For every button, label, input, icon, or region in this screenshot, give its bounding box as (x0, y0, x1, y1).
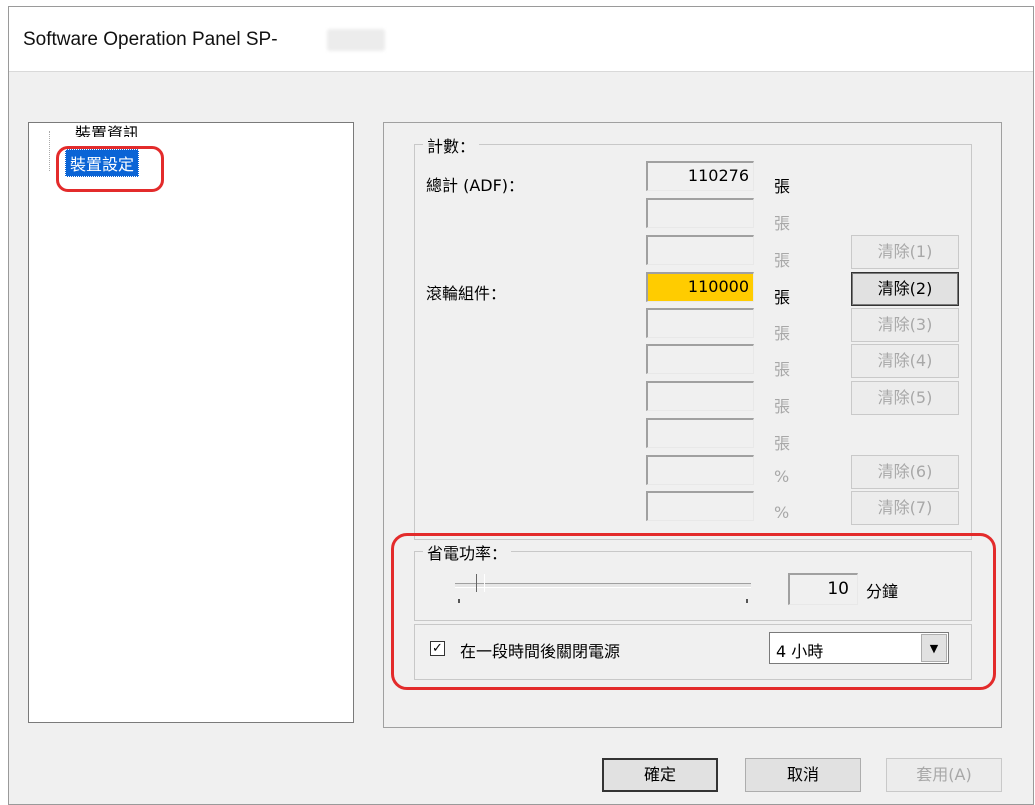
counter-value-field (646, 308, 754, 338)
clear-counter-button[interactable]: 清除(6) (851, 455, 959, 489)
counter-unit: 張 (774, 434, 791, 453)
clear-counter-button[interactable]: 清除(1) (851, 235, 959, 269)
clear-counter-button[interactable]: 清除(5) (851, 381, 959, 415)
clear-counter-button[interactable]: 清除(2) (851, 272, 959, 306)
total-adf-label: 總計 (ADF)： (426, 176, 525, 195)
clear-counter-button[interactable]: 清除(3) (851, 308, 959, 342)
counter-value-field: 110276 (646, 161, 754, 191)
counter-unit: % (774, 503, 790, 522)
counter-value-field (646, 381, 754, 411)
counter-unit: 張 (774, 397, 791, 416)
counter-value-field (646, 418, 754, 448)
settings-tree[interactable]: 裝置資訊 裝置設定 (28, 122, 354, 723)
counter-unit: 張 (774, 324, 791, 343)
counter-value-field: 110000 (646, 272, 754, 302)
annotation-highlight-tree (56, 146, 164, 192)
counters-legend: 計數： (423, 133, 480, 157)
counter-unit: 張 (774, 177, 791, 196)
ok-button[interactable]: 確定 (602, 758, 718, 792)
cancel-button[interactable]: 取消 (745, 758, 861, 792)
counter-unit: 張 (774, 214, 791, 233)
counter-value-field (646, 455, 754, 485)
counter-unit: 張 (774, 360, 791, 379)
window-title: Software Operation Panel SP- (23, 29, 278, 50)
clear-counter-button[interactable]: 清除(4) (851, 344, 959, 378)
counter-value-field (646, 235, 754, 265)
roller-label: 滾輪組件： (426, 284, 507, 303)
tree-item-device-info[interactable]: 裝置資訊 (75, 125, 139, 137)
counter-value-field (646, 198, 754, 228)
counter-unit: % (774, 467, 790, 486)
annotation-highlight-power (391, 533, 996, 690)
blurred-model-number (327, 29, 385, 51)
counter-unit: 張 (774, 288, 791, 307)
counter-unit: 張 (774, 251, 791, 270)
counter-value-field (646, 344, 754, 374)
counter-value-field (646, 491, 754, 521)
clear-counter-button[interactable]: 清除(7) (851, 491, 959, 525)
apply-button[interactable]: 套用(A) (886, 758, 1002, 792)
title-bar: Software Operation Panel SP- (9, 7, 1033, 72)
